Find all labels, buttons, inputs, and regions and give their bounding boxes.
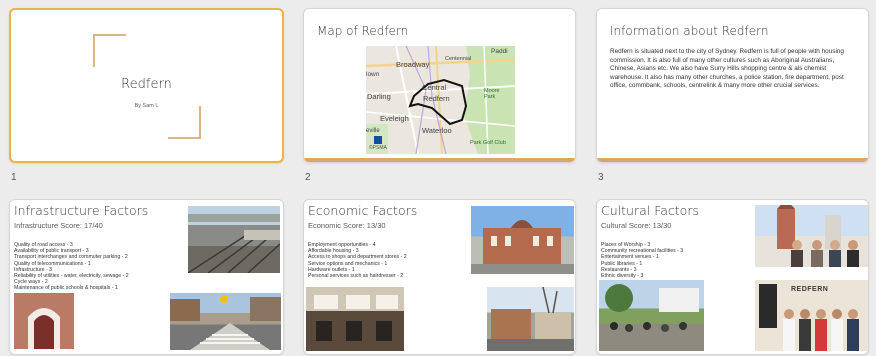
train-station-photo [188, 206, 280, 273]
shop-interior-graphic [306, 287, 404, 341]
slide-thumbnail-5[interactable]: Economic Factors Economic Score: 13/30 E… [303, 199, 576, 355]
slide-accent-bar [304, 158, 575, 162]
railway-graphic [188, 214, 280, 273]
crowd-graphic [599, 284, 704, 351]
slide-subtitle: Cultural Score: 13/30 [601, 221, 672, 230]
slide-title: Economic Factors [308, 203, 418, 218]
slide-accent-bar [597, 158, 868, 162]
slide-number: 1 [11, 172, 17, 183]
bullet-item: Personal services such as hairdresser - … [308, 273, 404, 280]
map-label-redfern: Redfern [423, 94, 450, 103]
street-graphic [170, 295, 281, 350]
slide-title: Information about Redfern [610, 24, 769, 38]
slide-thumbnail-3[interactable]: Information about Redfern Redfern is sit… [596, 8, 869, 163]
arch-graphic [14, 293, 74, 349]
street-buildings-graphic [487, 287, 574, 351]
bullet-item: Ethnic diversity - 3 [601, 273, 644, 280]
barber-shop-photo [306, 287, 404, 351]
frame-corner-top-left [93, 34, 126, 67]
map-label-central: Central [422, 83, 447, 92]
map-copyright: ©PSMA [369, 145, 387, 151]
slide-title: Cultural Factors [601, 203, 699, 218]
slide-subtitle: By Sam L [134, 103, 159, 109]
slide-thumbnail-6[interactable]: Cultural Factors Cultural Score: 13/30 P… [596, 199, 869, 355]
map-label-lown: lown [366, 71, 380, 78]
map-label-park-golf-club: Park Golf Club [470, 140, 506, 146]
bullet-list: Places of Worship - 3 Community recreati… [601, 242, 683, 279]
building-graphic [471, 220, 574, 274]
slide-title: Map of Redfern [317, 24, 409, 38]
slide-thumbnail-1[interactable]: Redfern By Sam L [9, 8, 284, 163]
festival-crowd-photo [599, 280, 704, 351]
map-label-centennial: Centennial [445, 56, 472, 62]
street-buildings-photo [487, 287, 574, 351]
map-label-darling: Darling [367, 92, 391, 101]
town-hall-photo [471, 206, 574, 274]
bullet-item: Access to shops and department stores - … [308, 254, 407, 261]
arch-doorway-photo [14, 293, 74, 349]
map-label-moore-park: Moore Park [484, 88, 500, 100]
slide-number: 2 [305, 172, 311, 183]
bullet-item: Transport interchanges and commuter park… [14, 254, 128, 261]
street-crossing-photo [170, 293, 281, 350]
map-label-paddi: Paddi [491, 48, 508, 55]
map-label-eville: eville [366, 128, 380, 134]
community-group-photo: REDFERN [755, 280, 868, 351]
slide-title: Infrastructure Factors [14, 203, 149, 218]
slide-title: Redfern [121, 77, 172, 92]
map-label-eveleigh: Eveleigh [380, 114, 409, 123]
bullet-item: Maintenance of public schools & hospital… [14, 285, 118, 292]
church-graphic [777, 205, 859, 267]
map-label-waterloo: Waterloo [422, 126, 452, 135]
map-label-broadway: Broadway [396, 60, 430, 69]
slide-subtitle: Economic Score: 13/30 [308, 221, 386, 230]
church-people-photo [755, 205, 868, 267]
slide-thumbnail-4[interactable]: Infrastructure Factors Infrastructure Sc… [9, 199, 284, 355]
slide-number: 3 [598, 172, 604, 183]
map-image: Broadway Central Redfern Darling Eveleig… [366, 46, 515, 154]
bullet-list: Quality of road access - 3 Availability … [14, 242, 129, 292]
slide-subtitle: Infrastructure Score: 17/40 [14, 221, 103, 230]
slide-body-text: Redfern is situated next to the city of … [610, 48, 844, 90]
shop-sign-text: REDFERN [791, 286, 829, 293]
frame-corner-bottom-right [168, 106, 201, 139]
bullet-list: Employment opportunities - 4 Affordable … [308, 242, 407, 279]
slide-thumbnail-2[interactable]: Map of Redfern Broadway Central Redfern [303, 8, 576, 163]
slide-grid: Redfern By Sam L 1 Map of Redfern Broadw… [0, 0, 876, 356]
